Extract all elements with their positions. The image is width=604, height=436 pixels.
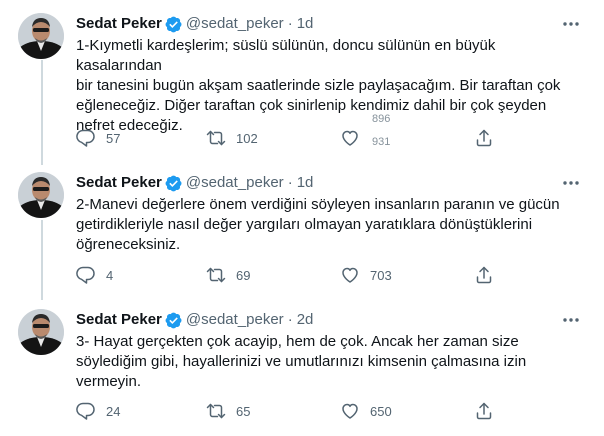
like-count-transition: 896 931: [372, 114, 391, 148]
retweet-count: 69: [236, 267, 251, 283]
more-button[interactable]: [558, 15, 584, 33]
heart-icon: [342, 130, 358, 146]
more-button[interactable]: [558, 174, 584, 192]
separator-dot: ·: [287, 174, 293, 191]
retweet-button[interactable]: 65: [206, 401, 250, 421]
reply-icon: [76, 266, 95, 284]
share-icon: [476, 266, 492, 284]
tweet-header: Sedat Peker @sedat_peker · 2d: [76, 310, 313, 330]
reply-count: 57: [106, 130, 121, 146]
tweet-text: 1-Kıymetli kardeşlerim; süslü sülünün, d…: [76, 37, 561, 134]
tweet-time[interactable]: 1d: [297, 173, 314, 193]
avatar-image: [18, 309, 64, 355]
tweet-time[interactable]: 2d: [297, 310, 314, 330]
author-name[interactable]: Sedat Peker: [76, 173, 162, 193]
like-count-old: 896: [372, 113, 391, 125]
avatar[interactable]: [18, 309, 64, 355]
retweet-button[interactable]: 69: [206, 265, 250, 285]
tweet-3[interactable]: Sedat Peker @sedat_peker · 2d 3- Hayat g…: [0, 309, 604, 429]
reply-count: 4: [106, 267, 114, 283]
avatar[interactable]: [18, 13, 64, 59]
like-button[interactable]: 650: [340, 401, 392, 421]
verified-badge-icon: [165, 175, 182, 191]
share-icon: [476, 129, 492, 147]
reply-button[interactable]: 24: [76, 401, 120, 421]
more-button[interactable]: [558, 311, 584, 329]
share-icon: [476, 402, 492, 420]
author-handle[interactable]: @sedat_peker: [186, 310, 284, 330]
like-button[interactable]: [340, 128, 370, 148]
retweet-count: 102: [236, 130, 258, 146]
reply-count: 24: [106, 403, 121, 419]
heart-icon: [342, 403, 358, 419]
separator-dot: ·: [287, 311, 293, 328]
reply-icon: [76, 402, 95, 420]
author-handle[interactable]: @sedat_peker: [186, 14, 284, 34]
heart-icon: [342, 267, 358, 283]
separator-dot: ·: [287, 15, 293, 32]
verified-badge-icon: [165, 312, 182, 328]
more-icon: [563, 318, 579, 322]
like-count: 703: [370, 267, 392, 283]
author-name[interactable]: Sedat Peker: [76, 14, 162, 34]
avatar-image: [18, 172, 64, 218]
reply-icon: [76, 129, 95, 147]
tweet-actions: 4 69 703: [76, 265, 576, 285]
tweet-2[interactable]: Sedat Peker @sedat_peker · 1d 2-Manevi d…: [0, 172, 604, 292]
share-button[interactable]: [474, 401, 494, 421]
retweet-icon: [206, 130, 226, 146]
share-button[interactable]: [474, 128, 494, 148]
more-icon: [563, 181, 579, 185]
tweet-actions: 24 65 650: [76, 401, 576, 421]
tweet-time[interactable]: 1d: [297, 14, 314, 34]
tweet-text: 2-Manevi değerlere önem verdiğini söyley…: [76, 196, 560, 253]
avatar-image: [18, 13, 64, 59]
tweet-actions: 57 102: [76, 128, 576, 148]
tweet-1[interactable]: Sedat Peker @sedat_peker · 1d 1-Kıymetli…: [0, 13, 604, 148]
like-count-new: 931: [372, 136, 391, 148]
reply-button[interactable]: 57: [76, 128, 120, 148]
author-handle[interactable]: @sedat_peker: [186, 173, 284, 193]
tweet-header: Sedat Peker @sedat_peker · 1d: [76, 173, 313, 193]
tweet-text: 3- Hayat gerçekten çok acayip, hem de ço…: [76, 333, 527, 390]
author-name[interactable]: Sedat Peker: [76, 310, 162, 330]
avatar[interactable]: [18, 172, 64, 218]
retweet-icon: [206, 403, 226, 419]
retweet-button[interactable]: 102: [206, 128, 258, 148]
retweet-icon: [206, 267, 226, 283]
reply-button[interactable]: 4: [76, 265, 113, 285]
like-button[interactable]: 703: [340, 265, 392, 285]
verified-badge-icon: [165, 16, 182, 32]
more-icon: [563, 22, 579, 26]
tweet-header: Sedat Peker @sedat_peker · 1d: [76, 14, 313, 34]
share-button[interactable]: [474, 265, 494, 285]
retweet-count: 65: [236, 403, 251, 419]
like-count: 650: [370, 403, 392, 419]
